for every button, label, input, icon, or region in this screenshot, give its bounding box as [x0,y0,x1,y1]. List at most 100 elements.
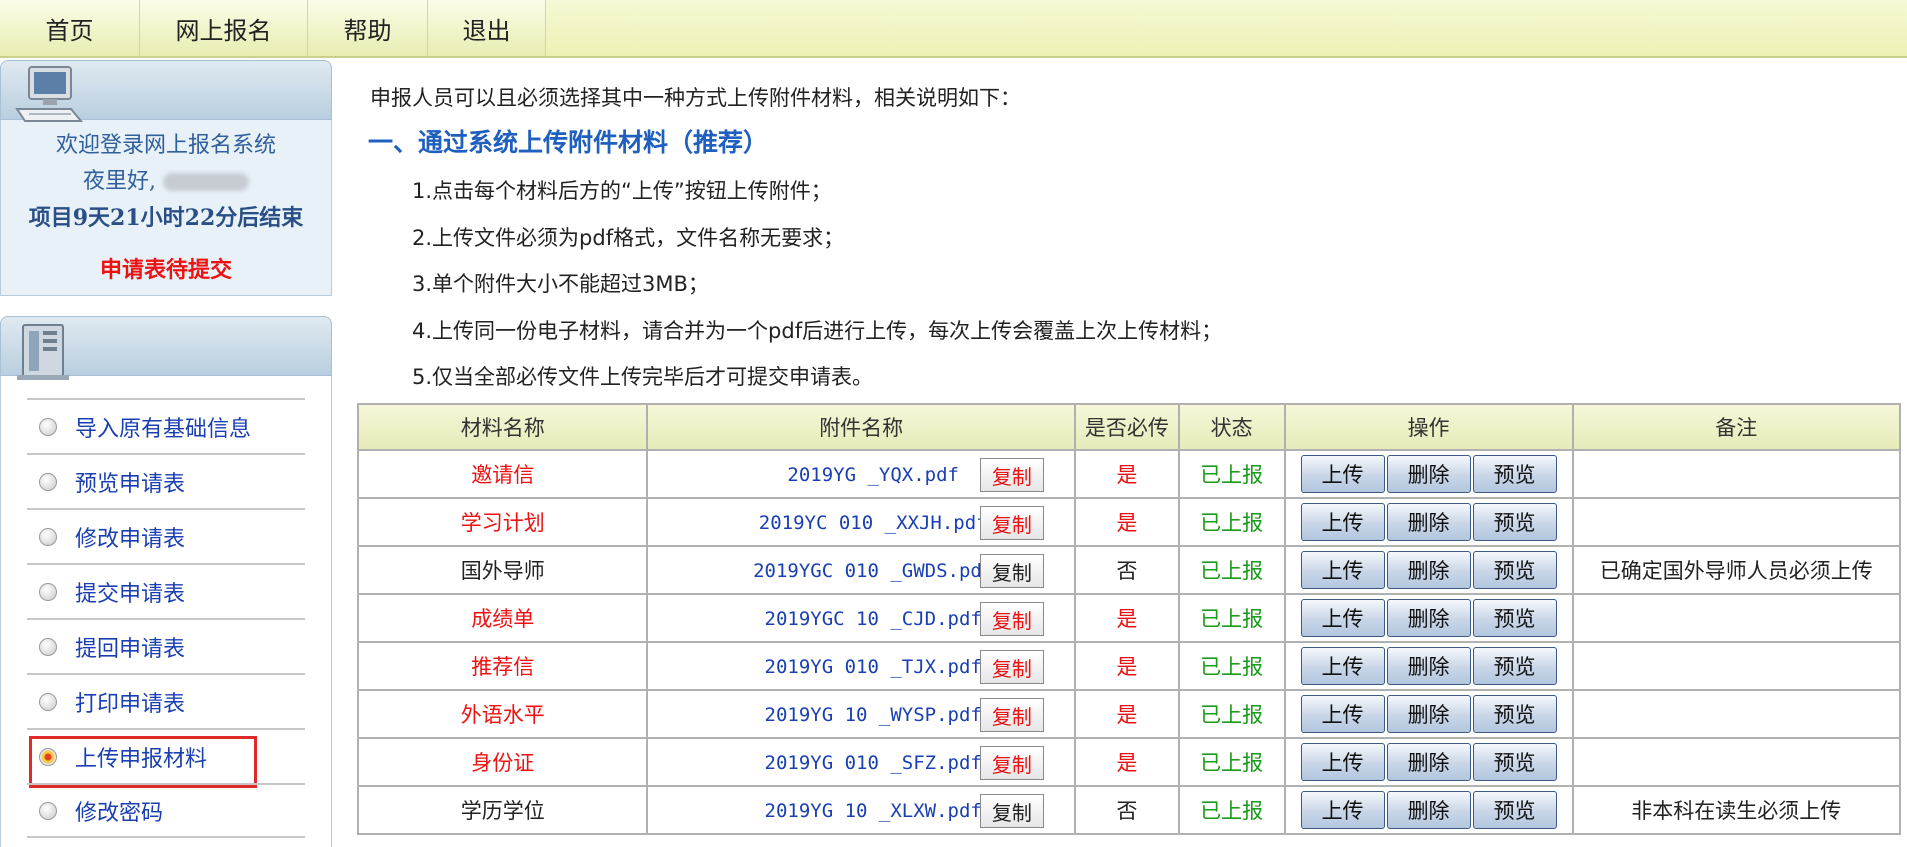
nav-online-registration[interactable]: 网上报名 [140,0,308,56]
required-flag: 是 [1073,593,1180,643]
copy-button[interactable]: 复制 [979,794,1044,828]
radio-bullet-icon [39,527,57,546]
column-header-attachment-name: 附件名称 [646,403,1076,451]
actions-cell: 上传 删除 预览 [1283,641,1574,691]
welcome-panel-header [0,60,332,122]
menu-item-edit-application[interactable]: 修改申请表 [27,508,305,563]
preview-button[interactable]: 预览 [1472,551,1557,589]
nav-logout[interactable]: 退出 [428,0,546,56]
table-header-row: 材料名称 附件名称 是否必传 状态 操作 备注 [356,403,1902,451]
preview-button[interactable]: 预览 [1472,791,1557,829]
actions-cell: 上传 删除 预览 [1283,545,1574,595]
delete-button[interactable]: 删除 [1386,791,1471,829]
required-flag: 是 [1073,449,1180,499]
attachment-file-link[interactable]: 2019YC 010 _XXJH.pdf [759,512,988,534]
preview-button[interactable]: 预览 [1472,647,1557,685]
menu-item-upload-materials[interactable]: 上传申报材料 [27,728,305,788]
note-text: 非本科在读生必须上传 [1571,785,1902,835]
welcome-box: 欢迎登录网上报名系统 夜里好, 项目9天21小时22分后结束 申请表待提交 [0,120,332,296]
highlight-box [29,736,257,788]
upload-button[interactable]: 上传 [1300,455,1385,493]
rule-item: 5.仅当全部必传文件上传完毕后才可提交申请表。 [412,365,874,389]
delete-button[interactable]: 删除 [1386,551,1471,589]
attachment-file-link[interactable]: 2019YG 010 _TJX.pdf [765,656,982,678]
status-text: 已上报 [1177,737,1286,787]
menu-item-withdraw-application[interactable]: 提回申请表 [27,618,305,673]
attachment-file-link[interactable]: 2019YGC 010 _GWDS.pdf [753,560,993,582]
menu-item-print-application[interactable]: 打印申请表 [27,673,305,728]
menu-label: 修改申请表 [75,526,186,552]
radio-bullet-icon [39,692,57,711]
menu-panel: 导入原有基础信息 预览申请表 修改申请表 提交申请表 提回申请表 打印申请表 上… [0,316,338,847]
actions-cell: 上传 删除 预览 [1283,785,1574,835]
status-text: 已上报 [1177,449,1286,499]
upload-button[interactable]: 上传 [1300,743,1385,781]
table-row: 国外导师 2019YGC 010 _GWDS.pdf 复制否已上报 上传 删除 预览 已确定… [356,545,1902,595]
attachment-file-link[interactable]: 2019YG _YQX.pdf [787,464,959,486]
attachment-file-link[interactable]: 2019YG 10 _WYSP.pdf [765,704,982,726]
delete-button[interactable]: 删除 [1386,695,1471,733]
attachment-cell: 2019YG 10 _XLXW.pdf 复制 [646,785,1076,835]
menu-item-change-password[interactable]: 修改密码 [27,783,305,838]
menu-item-import-info[interactable]: 导入原有基础信息 [27,398,305,453]
preview-button[interactable]: 预览 [1472,743,1557,781]
preview-button[interactable]: 预览 [1472,599,1557,637]
delete-button[interactable]: 删除 [1386,455,1471,493]
status-text: 已上报 [1177,593,1286,643]
greeting-line: 夜里好, [1,164,331,200]
note-text: 已确定国外导师人员必须上传 [1571,545,1902,595]
delete-button[interactable]: 删除 [1386,503,1471,541]
column-header-note: 备注 [1571,403,1902,451]
copy-button[interactable]: 复制 [979,554,1044,588]
greeting-text: 夜里好, [83,169,156,194]
upload-button[interactable]: 上传 [1300,551,1385,589]
copy-button[interactable]: 复制 [979,698,1044,732]
required-flag: 是 [1073,641,1180,691]
material-name: 邀请信 [356,449,649,499]
application-status: 申请表待提交 [99,257,232,283]
upload-button[interactable]: 上传 [1300,695,1385,733]
upload-button[interactable]: 上传 [1300,647,1385,685]
material-name: 学历学位 [356,785,649,835]
radio-bullet-icon [39,801,57,820]
copy-button[interactable]: 复制 [979,746,1044,780]
actions-cell: 上传 删除 预览 [1283,449,1574,499]
material-name: 国外导师 [356,545,649,595]
copy-button[interactable]: 复制 [979,506,1044,540]
nav-home[interactable]: 首页 [0,0,140,56]
menu-item-preview-application[interactable]: 预览申请表 [27,453,305,508]
delete-button[interactable]: 删除 [1386,647,1471,685]
upload-button[interactable]: 上传 [1300,599,1385,637]
upload-button[interactable]: 上传 [1300,791,1385,829]
preview-button[interactable]: 预览 [1472,503,1557,541]
nav-help[interactable]: 帮助 [308,0,428,56]
delete-button[interactable]: 删除 [1386,743,1471,781]
note-text [1571,689,1902,739]
rule-item: 3.单个附件大小不能超过3MB； [412,272,709,296]
note-text [1571,497,1902,547]
table-row: 外语水平 2019YG 10 _WYSP.pdf 复制是已上报 上传 删除 预览 [356,689,1902,739]
attachment-file-link[interactable]: 2019YGC 10 _CJD.pdf [765,608,982,630]
main-content: 申报人员可以且必须选择其中一种方式上传附件材料，相关说明如下： 一、通过系统上传… [348,60,1907,847]
copy-button[interactable]: 复制 [979,458,1044,492]
upload-button[interactable]: 上传 [1300,503,1385,541]
preview-button[interactable]: 预览 [1472,455,1557,493]
delete-button[interactable]: 删除 [1386,599,1471,637]
menu-item-submit-application[interactable]: 提交申请表 [27,563,305,618]
countdown-text: 项目9天21小时22分后结束 [28,205,304,231]
attachment-file-link[interactable]: 2019YG 10 _XLXW.pdf [765,800,982,822]
menu-label: 修改密码 [75,800,164,826]
column-header-material-name: 材料名称 [356,403,649,451]
material-name: 推荐信 [356,641,649,691]
copy-button[interactable]: 复制 [979,602,1044,636]
column-header-status: 状态 [1177,403,1286,451]
preview-button[interactable]: 预览 [1472,695,1557,733]
status-text: 已上报 [1177,689,1286,739]
attachment-cell: 2019YG _YQX.pdf 复制 [646,449,1076,499]
table-row: 学历学位 2019YG 10 _XLXW.pdf 复制否已上报 上传 删除 预览 非本科在读… [356,785,1902,835]
copy-button[interactable]: 复制 [979,650,1044,684]
menu-label: 预览申请表 [75,471,186,497]
attachment-file-link[interactable]: 2019YG 010 _SFZ.pdf [765,752,982,774]
attachment-cell: 2019YG 010 _TJX.pdf 复制 [646,641,1076,691]
actions-cell: 上传 删除 预览 [1283,689,1574,739]
